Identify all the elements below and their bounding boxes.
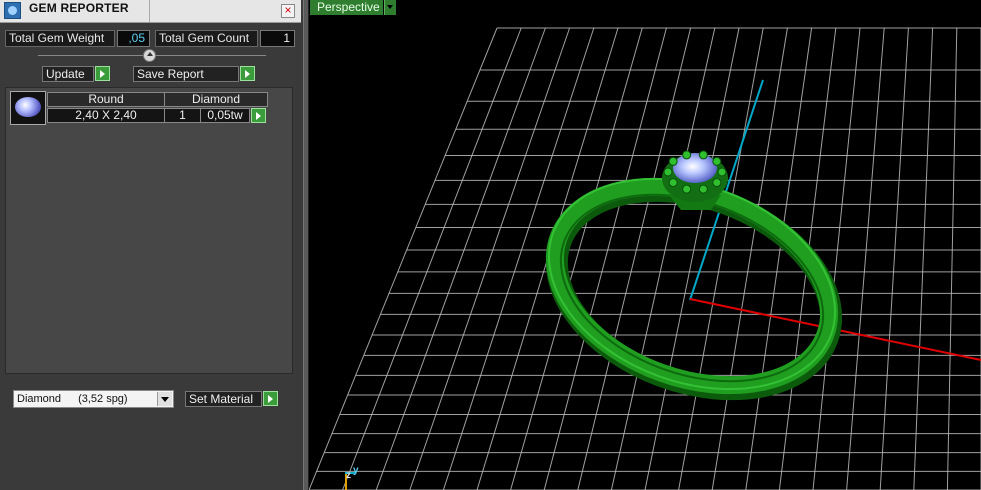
prong: [668, 156, 678, 166]
axis-gizmo-icon: z y: [343, 465, 363, 490]
prong: [698, 150, 708, 160]
prong: [663, 167, 673, 177]
total-gem-weight-value: ,05: [117, 30, 150, 47]
prong: [712, 178, 722, 188]
perspective-viewport[interactable]: Perspective z y: [309, 0, 981, 490]
total-gem-count-label: Total Gem Count: [155, 30, 258, 47]
gem-reporter-panel: GEM REPORTER × Total Gem Weight ,05 Tota…: [0, 0, 303, 490]
total-gem-weight-label: Total Gem Weight: [5, 30, 115, 47]
gem-weight-cell: 0,05tw: [200, 108, 250, 123]
panel-titlebar: GEM REPORTER ×: [0, 0, 301, 23]
set-material-go-arrow-icon[interactable]: [263, 391, 278, 406]
grid-line: [846, 27, 885, 490]
grid-line: [342, 27, 522, 490]
grid-line: [644, 27, 740, 490]
material-select-density: (3,52 spg): [78, 393, 128, 405]
grid-line: [442, 27, 595, 490]
dropdown-arrow-icon[interactable]: [157, 392, 172, 406]
grid-line: [577, 27, 692, 490]
slider-knob-icon[interactable]: [143, 49, 156, 62]
gem-reporter-app-icon: [4, 2, 21, 19]
axis-y-label: y: [353, 465, 359, 476]
prong: [712, 156, 722, 166]
prong: [698, 184, 708, 194]
ring-model[interactable]: [519, 141, 864, 426]
gem-icon: [15, 97, 41, 117]
prong: [682, 184, 692, 194]
gem-size-cell: 2,40 X 2,40: [47, 108, 165, 123]
grid-line: [510, 27, 643, 490]
prong: [668, 178, 678, 188]
gem-count-cell: 1: [164, 108, 201, 123]
prong: [682, 150, 692, 160]
material-select-name: Diamond: [17, 393, 62, 405]
grid-line: [711, 27, 788, 490]
save-report-button[interactable]: Save Report: [133, 66, 239, 82]
grid-line: [879, 27, 909, 490]
view-dropdown-arrow-icon[interactable]: [384, 0, 396, 15]
gem-material-cell: Diamond: [164, 92, 268, 107]
ground-grid: [309, 27, 981, 490]
panel-title: GEM REPORTER: [29, 1, 129, 15]
update-go-arrow-icon[interactable]: [95, 66, 110, 81]
grid-line: [678, 27, 764, 490]
grid-line: [946, 27, 958, 490]
grid-line: [409, 27, 571, 490]
grid-line: [610, 27, 716, 490]
save-report-go-arrow-icon[interactable]: [240, 66, 255, 81]
viewport-view-label[interactable]: Perspective: [310, 0, 383, 15]
diamond-gem: [673, 153, 717, 183]
material-select[interactable]: Diamond (3,52 spg): [13, 390, 174, 408]
gem-list[interactable]: [5, 87, 293, 374]
titlebar-separator: [149, 0, 150, 22]
set-material-button[interactable]: Set Material: [185, 391, 262, 407]
close-icon[interactable]: ×: [281, 4, 295, 18]
viewport-scene: [309, 27, 981, 490]
gem-shape-cell: Round: [47, 92, 165, 107]
update-button[interactable]: Update: [42, 66, 94, 82]
prong: [717, 167, 727, 177]
grid-line: [375, 27, 546, 490]
axis-z-label: z: [346, 470, 351, 481]
grid-line: [309, 27, 498, 490]
round-diamond-thumbnail[interactable]: [10, 91, 46, 125]
gem-row-go-arrow-icon[interactable]: [251, 108, 266, 123]
total-gem-count-value: 1: [260, 30, 295, 47]
grid-line: [913, 27, 934, 490]
